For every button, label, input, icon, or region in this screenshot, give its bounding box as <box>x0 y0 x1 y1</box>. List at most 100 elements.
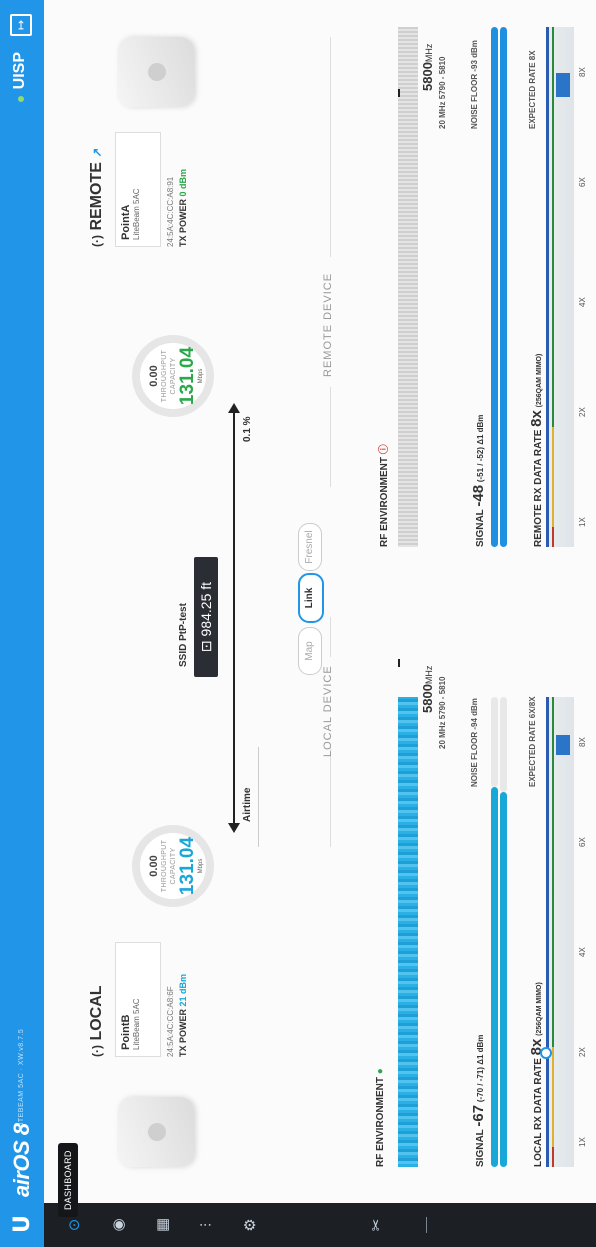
system-settings-icon[interactable]: ⚙ <box>238 1213 262 1237</box>
app-brand: airOS 8 <box>9 1123 34 1197</box>
local-tx-label: TX POWER <box>178 1008 188 1057</box>
distance-value: 984.25 ft <box>198 581 214 637</box>
local-rf-status-icon: ● <box>375 1068 386 1075</box>
remote-title: (·) REMOTE ↗ <box>88 148 106 247</box>
local-freq-unit: MHz <box>424 665 434 685</box>
remote-rate-value: 8x <box>528 410 545 427</box>
tab-map[interactable]: Map <box>298 627 322 675</box>
local-device-image <box>118 1097 194 1167</box>
remote-signal-label: SIGNAL <box>475 509 486 547</box>
local-capacity-gauge: 0.00 THROUGHPUT CAPACITY 131.04 Mbps <box>132 825 214 907</box>
link-line <box>233 407 235 827</box>
remote-rf-warning-icon[interactable]: ⓘ <box>379 444 390 454</box>
remote-rf-channel: 20 MHz 5790 - 5810 <box>438 56 447 130</box>
remote-rate-ticks: 1X 2X 4X 6X 8X <box>578 27 590 547</box>
remote-signal-value: -48 <box>470 484 487 507</box>
remote-rate-chart <box>546 27 574 547</box>
remote-tx-power: TX POWER 0 dBm <box>178 169 188 247</box>
remote-signal-bar-2 <box>500 27 507 547</box>
local-antenna-icon: (·) <box>90 1045 104 1057</box>
local-rate-title: LOCAL RX DATA RATE 8x (256QAM MIMO) <box>528 982 545 1167</box>
local-section-rule <box>330 747 331 847</box>
local-info-box: PointB LiteBeam 5AC <box>115 942 161 1057</box>
local-signal-row: SIGNAL -67 (-70 / -71) Δ1 dBm <box>470 1035 487 1167</box>
remote-rf-freq: 5800MHz <box>420 44 435 91</box>
tick: 2X <box>578 1047 587 1057</box>
local-signal-track-1 <box>491 697 498 787</box>
local-rate-line <box>546 697 549 1167</box>
local-throughput-label: THROUGHPUT <box>161 839 168 893</box>
local-rate-highlight <box>556 735 570 755</box>
remote-antenna-icon: (·) <box>90 235 104 247</box>
tick: 2X <box>578 407 587 417</box>
services-icon[interactable]: ⫶ <box>194 1213 218 1237</box>
local-signal-bar-2 <box>500 792 507 1167</box>
remote-rate-yellow <box>552 427 554 527</box>
tick: 1X <box>578 517 587 527</box>
tab-fresnel[interactable]: Fresnel <box>298 523 322 571</box>
local-rate-handle[interactable] <box>540 1047 552 1059</box>
remote-rate-label: REMOTE RX DATA RATE <box>533 429 544 547</box>
remote-freq-unit: MHz <box>424 43 434 63</box>
local-rf-marker <box>398 659 400 667</box>
remote-device-name: PointA <box>120 204 132 240</box>
local-rf-title-text: RF ENVIRONMENT <box>375 1077 386 1167</box>
network-icon[interactable]: ▦ <box>150 1213 174 1237</box>
lock-icon: ⊡ <box>198 640 214 653</box>
local-section-label: LOCAL DEVICE <box>322 665 334 757</box>
tick: 8X <box>578 737 587 747</box>
side-nav: ⊙ ◉ ▦ ⫶ ⚙ ✂ <box>44 1203 596 1247</box>
top-bar: U airOS 8 LITEBEAM 5AC · XW.v8.7.5 UISP … <box>0 0 44 1247</box>
remote-signal-row: SIGNAL -48 (-51 / -52) Δ1 dBm <box>470 415 487 547</box>
airtime-value: 0.1 % <box>242 416 253 442</box>
tools-icon[interactable]: ✂ <box>364 1213 388 1237</box>
remote-tx-label: TX POWER <box>178 198 188 247</box>
ssid-label: SSID <box>178 643 189 667</box>
tab-link[interactable]: Link <box>298 573 324 623</box>
dashboard-tooltip: DASHBOARD <box>58 1143 78 1217</box>
ssid-value: PtP-test <box>178 603 189 641</box>
external-link-icon[interactable]: ↗ <box>90 148 104 158</box>
local-rate-chart <box>546 697 574 1167</box>
remote-section-rule-2 <box>330 37 331 257</box>
link-distance: ⊡ 984.25 ft <box>194 557 218 677</box>
remote-rf-title: RF ENVIRONMENT ⓘ <box>375 444 390 547</box>
local-title-text: LOCAL <box>88 985 105 1041</box>
ubiquiti-logo-icon[interactable]: U <box>10 1215 35 1233</box>
arrow-left-icon <box>228 823 240 833</box>
remote-title-text: REMOTE <box>88 162 105 231</box>
local-signal-label: SIGNAL <box>475 1129 486 1167</box>
remote-device-model: LiteBeam 5AC <box>132 188 141 240</box>
remote-throughput: 0.00 <box>148 365 160 387</box>
uisp-status-dot <box>18 96 24 102</box>
local-signal-track-2 <box>500 697 507 792</box>
remote-rate-green <box>552 27 554 427</box>
remote-capacity-unit: Mbps <box>198 368 204 384</box>
remote-rate-title: REMOTE RX DATA RATE 8x (256QAM MIMO) <box>528 354 545 547</box>
wireless-icon[interactable]: ◉ <box>106 1213 130 1237</box>
local-device-model: LiteBeam 5AC <box>132 998 141 1050</box>
device-subtitle: LITEBEAM 5AC · XW.v8.7.5 <box>18 1028 25 1129</box>
local-rate-red <box>552 1147 554 1167</box>
arrow-right-icon <box>228 403 240 413</box>
local-title: (·) LOCAL <box>88 985 106 1057</box>
tick: 4X <box>578 947 587 957</box>
airtime-label: Airtime <box>242 787 253 822</box>
local-rf-spectrum <box>398 697 418 1167</box>
remote-tx-value: 0 dBm <box>178 168 188 197</box>
local-mac: 24:5A:4C:CC:A8:6F <box>166 986 175 1057</box>
logout-icon[interactable]: ↦ <box>10 14 32 36</box>
local-signal-bar-1 <box>491 787 498 1167</box>
tick: 4X <box>578 297 587 307</box>
uisp-link[interactable]: UISP <box>11 52 29 89</box>
local-rf-channel: 20 MHz 5790 - 5810 <box>438 676 447 750</box>
remote-capacity-gauge: 0.00 THROUGHPUT CAPACITY 131.04 Mbps <box>132 335 214 417</box>
remote-rate-detail: (256QAM MIMO) <box>536 353 543 408</box>
tick: 6X <box>578 177 587 187</box>
local-expected-rate: EXPECTED RATE 6X/8X <box>528 696 537 787</box>
remote-info-box: PointA LiteBeam 5AC <box>115 132 161 247</box>
remote-mac: 24:5A:4C:CC:A8:91 <box>166 176 175 247</box>
remote-throughput-label: THROUGHPUT <box>161 349 168 403</box>
local-rate-label: LOCAL RX DATA RATE <box>533 1058 544 1167</box>
remote-section-rule <box>330 387 331 487</box>
